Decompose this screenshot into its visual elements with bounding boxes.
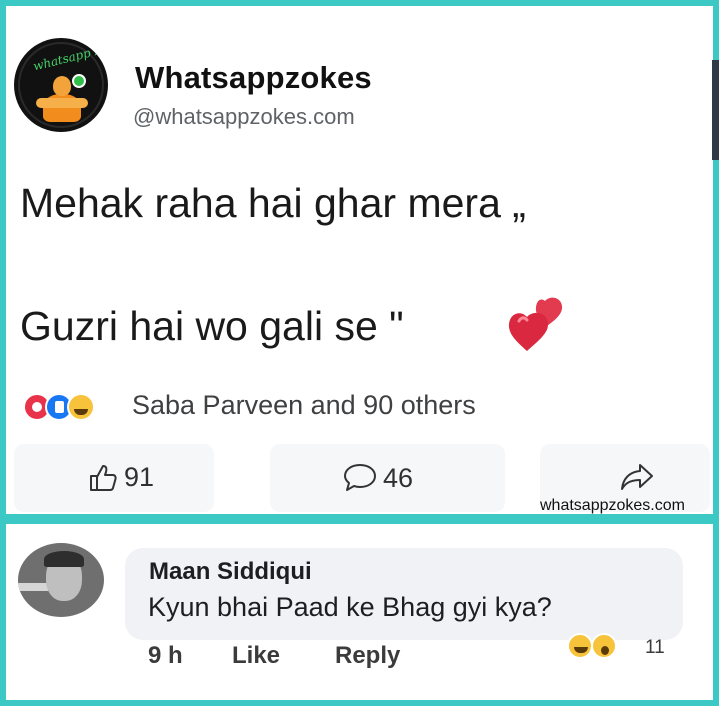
comment-text: Kyun bhai Paad ke Bhag gyi kya? [148,592,552,622]
two-hearts-icon [508,297,563,351]
like-button[interactable]: 91 [88,462,154,493]
commenter-avatar[interactable] [18,543,104,617]
comment-bubble-icon [344,464,376,491]
scrollbar[interactable] [712,60,719,160]
page-avatar[interactable]: whatsapp zokes [14,38,108,132]
page-name[interactable]: Whatsappzokes [135,60,372,96]
share-arrow-icon [621,464,653,490]
commenter-name[interactable]: Maan Siddiqui [149,558,312,586]
comment-timestamp[interactable]: 9 h [148,642,183,670]
thumbs-up-icon [90,464,117,491]
like-count: 91 [124,462,155,492]
comment-like-button[interactable]: Like [232,642,280,670]
avatar-background [18,583,48,591]
page-handle: @whatsappzokes.com [133,104,355,129]
comment-reaction-count: 11 [645,637,665,658]
watermark: whatsappzokes.com [540,497,685,514]
avatar-hair [44,551,84,567]
whatsapp-icon [72,74,86,88]
reaction-names[interactable]: Saba Parveen and 90 others [132,390,476,421]
post-text-line-1: Mehak raha hai ghar mera „ [20,180,526,226]
figure-arms [36,98,88,108]
comment-button[interactable]: 46 [343,462,413,494]
wow-reaction-icon [591,633,617,659]
haha-reaction-icon [67,393,95,421]
share-button[interactable] [620,462,654,492]
haha-reaction-icon [567,633,593,659]
comment-count: 46 [383,462,414,493]
comment-reply-button[interactable]: Reply [335,642,400,670]
figure-head [53,76,71,96]
post-text-line-2: Guzri hai wo gali se " [20,303,404,349]
